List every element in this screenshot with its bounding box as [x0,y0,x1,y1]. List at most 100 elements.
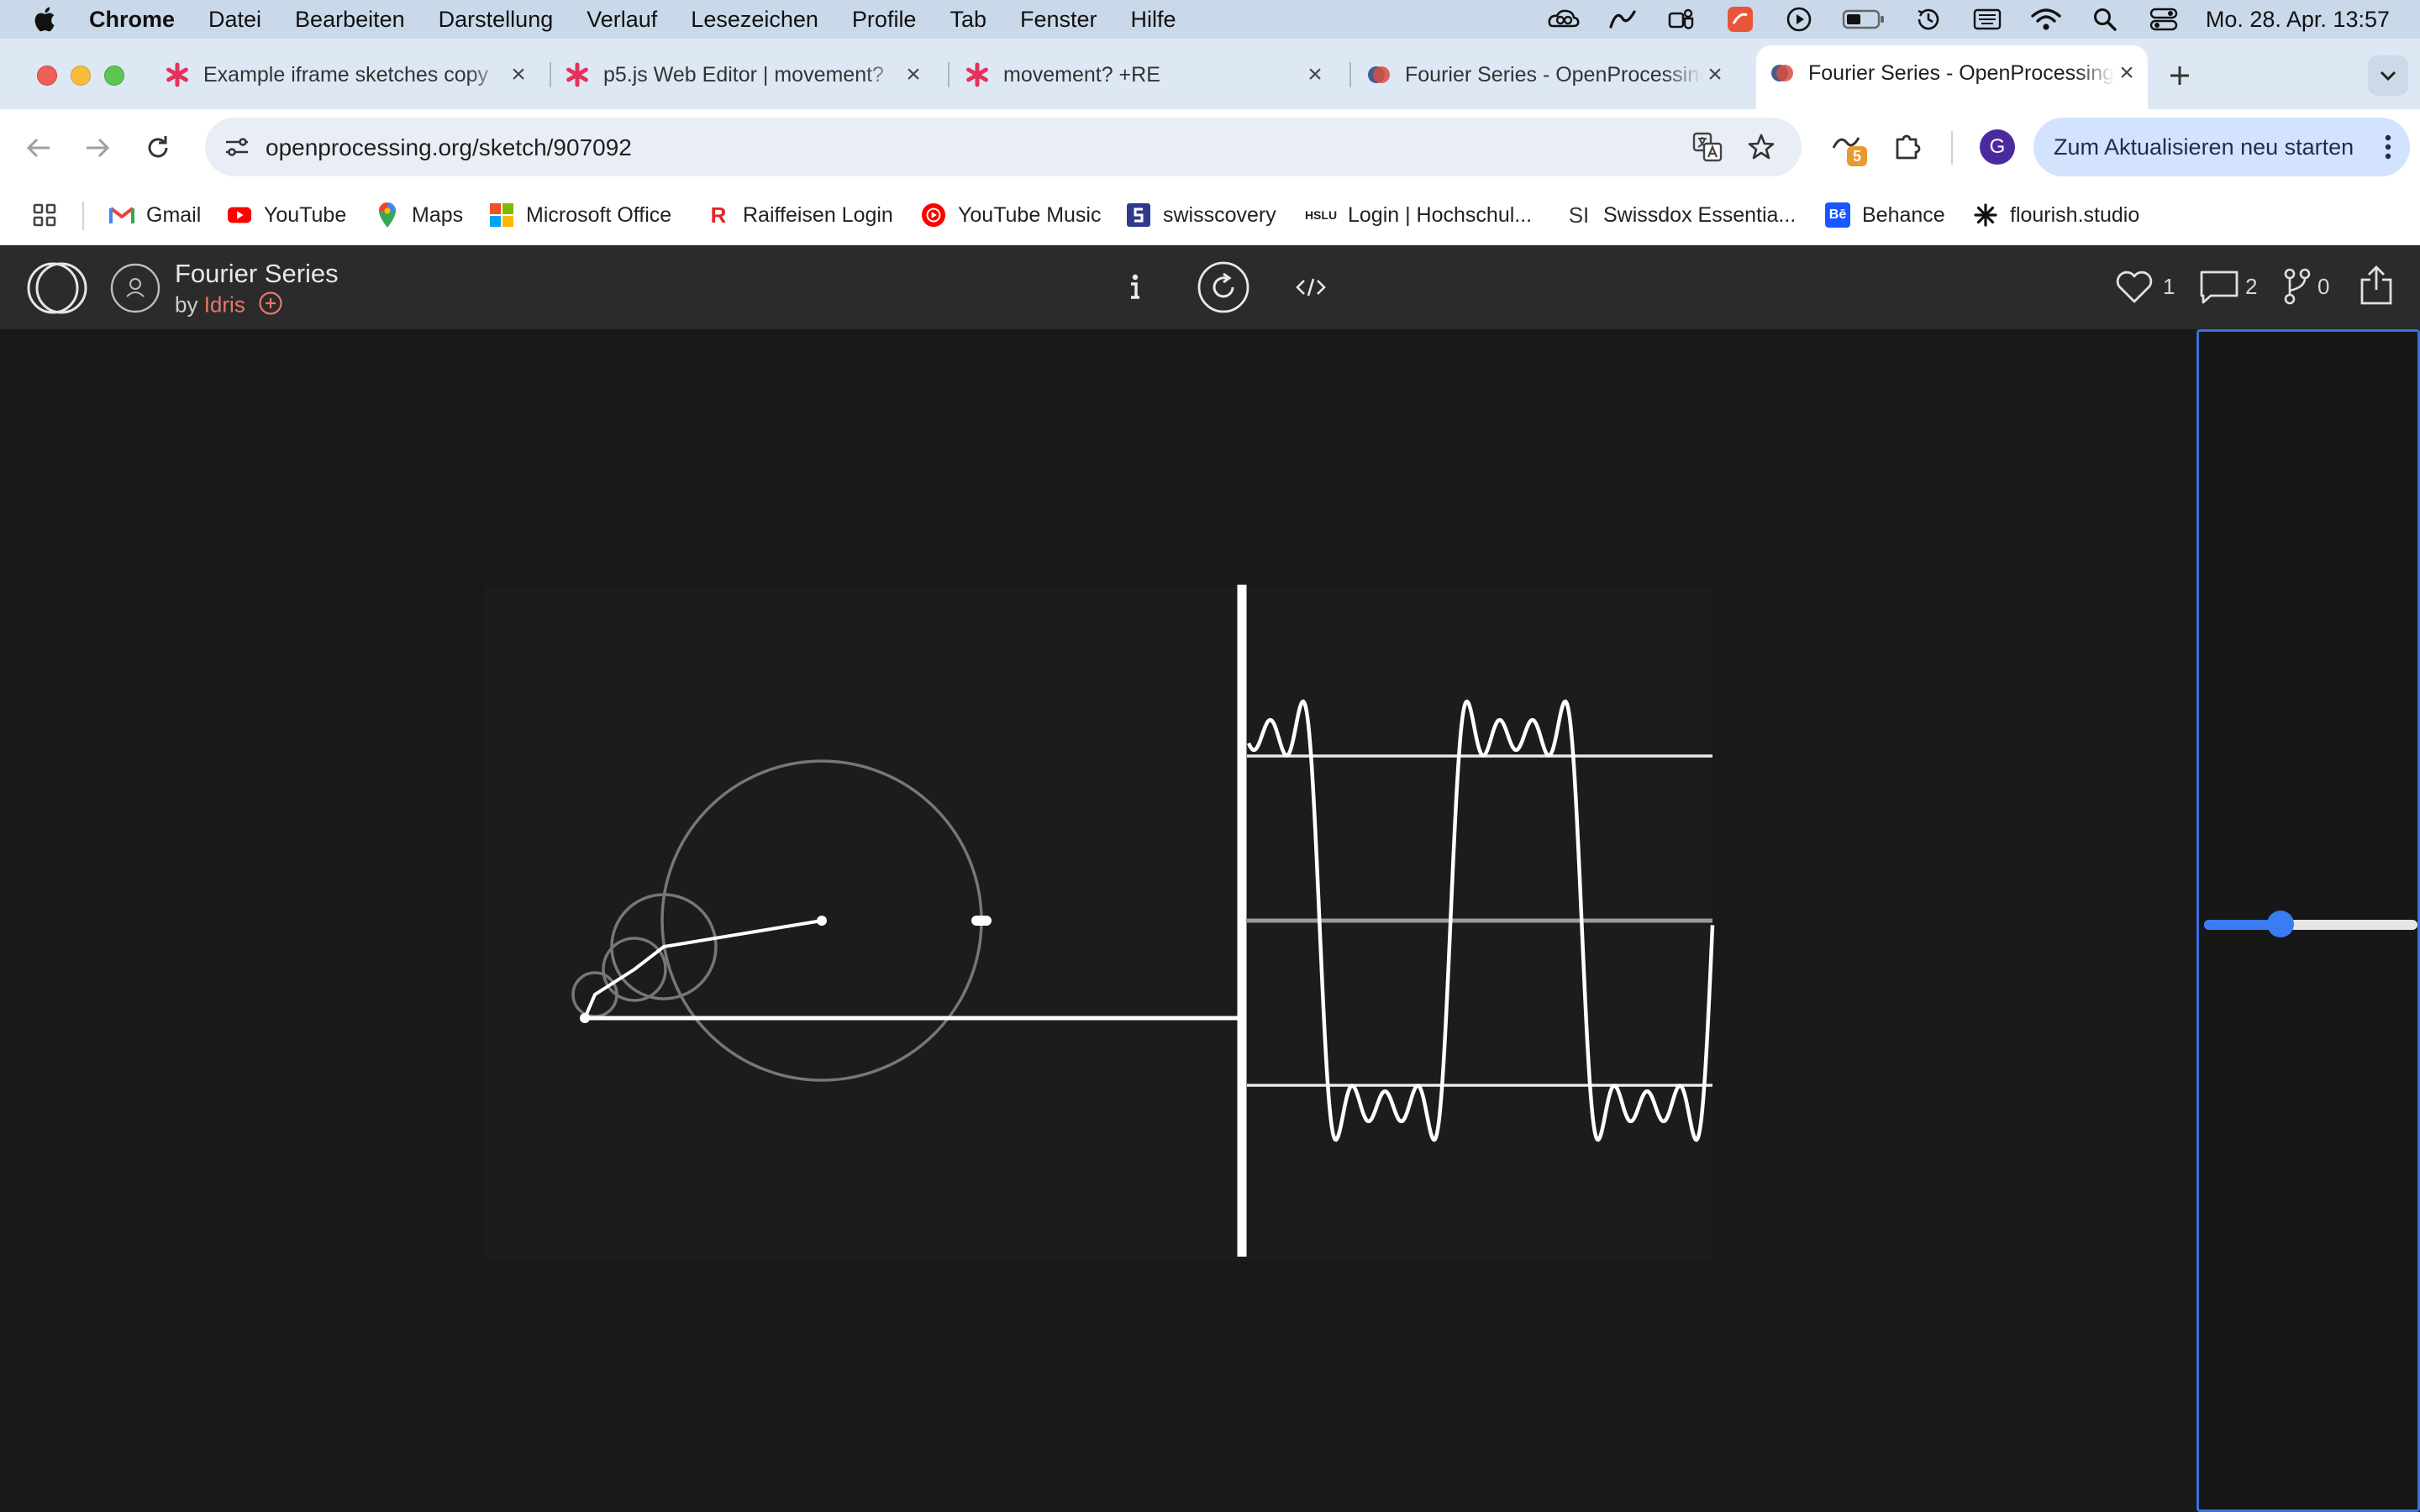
menu-hilfe[interactable]: Hilfe [1131,7,1176,33]
tab-p5js-editor[interactable]: p5.js Web Editor | movement? × [565,50,934,99]
apple-menu-icon[interactable] [32,5,60,34]
menu-profile[interactable]: Profile [852,7,917,33]
fork-count: 0 [2317,274,2330,299]
info-icon[interactable] [1121,269,1150,306]
bookmarks-bar: Gmail YouTube Maps Microsoft Office R Ra… [0,186,2420,245]
battery-icon[interactable] [1841,6,1886,33]
circle-edge-marker [971,916,992,926]
tab-movement-re[interactable]: movement? +RE × [965,50,1336,99]
follow-plus-icon[interactable] [258,291,283,322]
heart-icon[interactable] [2114,267,2154,307]
tab-fourier-series-active[interactable]: Fourier Series - OpenProcessing × [1756,45,2148,109]
wifi-icon[interactable] [2029,6,2063,33]
close-tab-icon[interactable]: × [901,60,926,89]
creative-cloud-icon[interactable] [1547,6,1581,33]
bookmark-swissdox[interactable]: SI Swissdox Essentia... [1566,198,1797,232]
flourish-icon [1973,202,1998,228]
reload-icon[interactable] [139,129,176,166]
window-close-button[interactable] [37,66,57,86]
sketch-canvas[interactable] [0,329,2196,1512]
bookmark-raiffeisen[interactable]: R Raiffeisen Login [706,198,893,232]
close-tab-icon[interactable]: × [1302,60,1328,89]
bookmarks-divider [82,202,84,230]
menu-app-chrome[interactable]: Chrome [89,7,175,33]
close-tab-icon[interactable]: × [2114,59,2139,87]
asterisk-icon [965,62,990,87]
bookmark-microsoft-office[interactable]: Microsoft Office [489,198,671,232]
tab-separator [1349,62,1351,87]
close-tab-icon[interactable]: × [506,60,531,89]
bookmark-flourish[interactable]: flourish.studio [1973,198,2139,232]
code-icon[interactable] [1292,270,1329,304]
tab-example-iframe[interactable]: Example iframe sketches copy × [165,50,539,99]
like-count: 1 [2163,274,2175,299]
harmonics-slider-thumb[interactable] [2267,911,2295,937]
bookmark-label: flourish.studio [2010,202,2140,227]
bookmark-gmail[interactable]: Gmail [109,198,201,232]
play-icon[interactable] [1782,6,1816,33]
restart-sketch-icon[interactable] [1197,260,1250,314]
tab-search-chevron-icon[interactable] [2368,55,2408,96]
stylus-icon[interactable] [1606,6,1639,33]
harmonics-slider-track[interactable] [2204,920,2417,930]
profile-avatar[interactable]: G [1980,129,2015,165]
tab-fourier-series-1[interactable]: Fourier Series - OpenProcessing × [1366,50,1736,99]
menu-darstellung[interactable]: Darstellung [439,7,554,33]
openprocessing-icon [1366,62,1392,87]
sketch-canvas-background [486,586,1712,1260]
maps-icon [375,202,400,228]
tab-title: Fourier Series - OpenProcessing [1405,62,1702,87]
time-machine-icon[interactable] [1912,6,1945,33]
share-icon[interactable] [2358,264,2395,307]
url-text[interactable]: openprocessing.org/sketch/907092 [266,134,632,161]
hslu-icon: HSLU [1304,208,1338,222]
bookmark-youtube[interactable]: YouTube [227,198,346,232]
translate-icon[interactable] [1689,129,1726,165]
menu-fenster[interactable]: Fenster [1020,7,1097,33]
spotlight-icon[interactable] [2088,6,2122,33]
bookmark-youtube-music[interactable]: YouTube Music [921,198,1101,232]
sketch-stage [0,329,2420,1512]
sketch-header: Fourier Series by Idris 1 2 0 [0,245,2420,329]
menu-tab[interactable]: Tab [950,7,986,33]
fork-icon[interactable] [2282,265,2312,307]
window-minimize-button[interactable] [71,66,91,86]
address-bar[interactable]: openprocessing.org/sketch/907092 [205,118,1802,176]
menu-verlauf[interactable]: Verlauf [587,7,657,33]
tab-title: Example iframe sketches copy [203,62,489,87]
apps-grid-icon[interactable] [32,198,57,232]
comment-icon[interactable] [2198,267,2240,307]
toolbar-divider [1951,131,1953,165]
bookmark-hochschule-login[interactable]: HSLU Login | Hochschul... [1304,198,1532,232]
close-tab-icon[interactable]: × [1702,60,1728,89]
forward-arrow-icon[interactable] [79,129,116,166]
menu-datei[interactable]: Datei [208,7,261,33]
restart-to-update-button[interactable]: Zum Aktualisieren neu starten [2033,118,2410,176]
new-tab-icon[interactable] [2161,57,2198,94]
app-badge-icon[interactable] [1723,6,1757,33]
kebab-menu-icon[interactable] [2385,134,2391,165]
bookmark-swisscovery[interactable]: swisscovery [1126,198,1276,232]
bookmark-behance[interactable]: Bē Behance [1825,198,1945,232]
browser-toolbar: openprocessing.org/sketch/907092 5 G Zum… [0,109,2420,186]
office-icon [489,202,514,228]
user-avatar-icon[interactable] [109,262,161,314]
teams-icon[interactable] [1665,6,1698,33]
bookmark-label: Maps [412,202,464,227]
menubar-clock[interactable]: Mo. 28. Apr. 13:57 [2206,7,2390,33]
menu-bearbeiten[interactable]: Bearbeiten [295,7,405,33]
control-center-icon[interactable] [2147,6,2181,33]
input-source-icon[interactable] [1970,6,2004,33]
openprocessing-logo-icon[interactable] [25,260,89,316]
extensions-puzzle-icon[interactable] [1889,128,1926,165]
sketch-byline: by Idris [175,291,283,322]
asterisk-icon [565,62,590,87]
author-link[interactable]: Idris [204,291,245,317]
window-zoom-button[interactable] [104,66,124,86]
menu-lesezeichen[interactable]: Lesezeichen [691,7,818,33]
bookmark-star-icon[interactable] [1743,129,1780,165]
back-arrow-icon[interactable] [20,129,57,166]
bookmark-maps[interactable]: Maps [375,198,463,232]
site-info-icon[interactable] [218,129,255,165]
tab-title: Fourier Series - OpenProcessing [1808,60,2114,85]
